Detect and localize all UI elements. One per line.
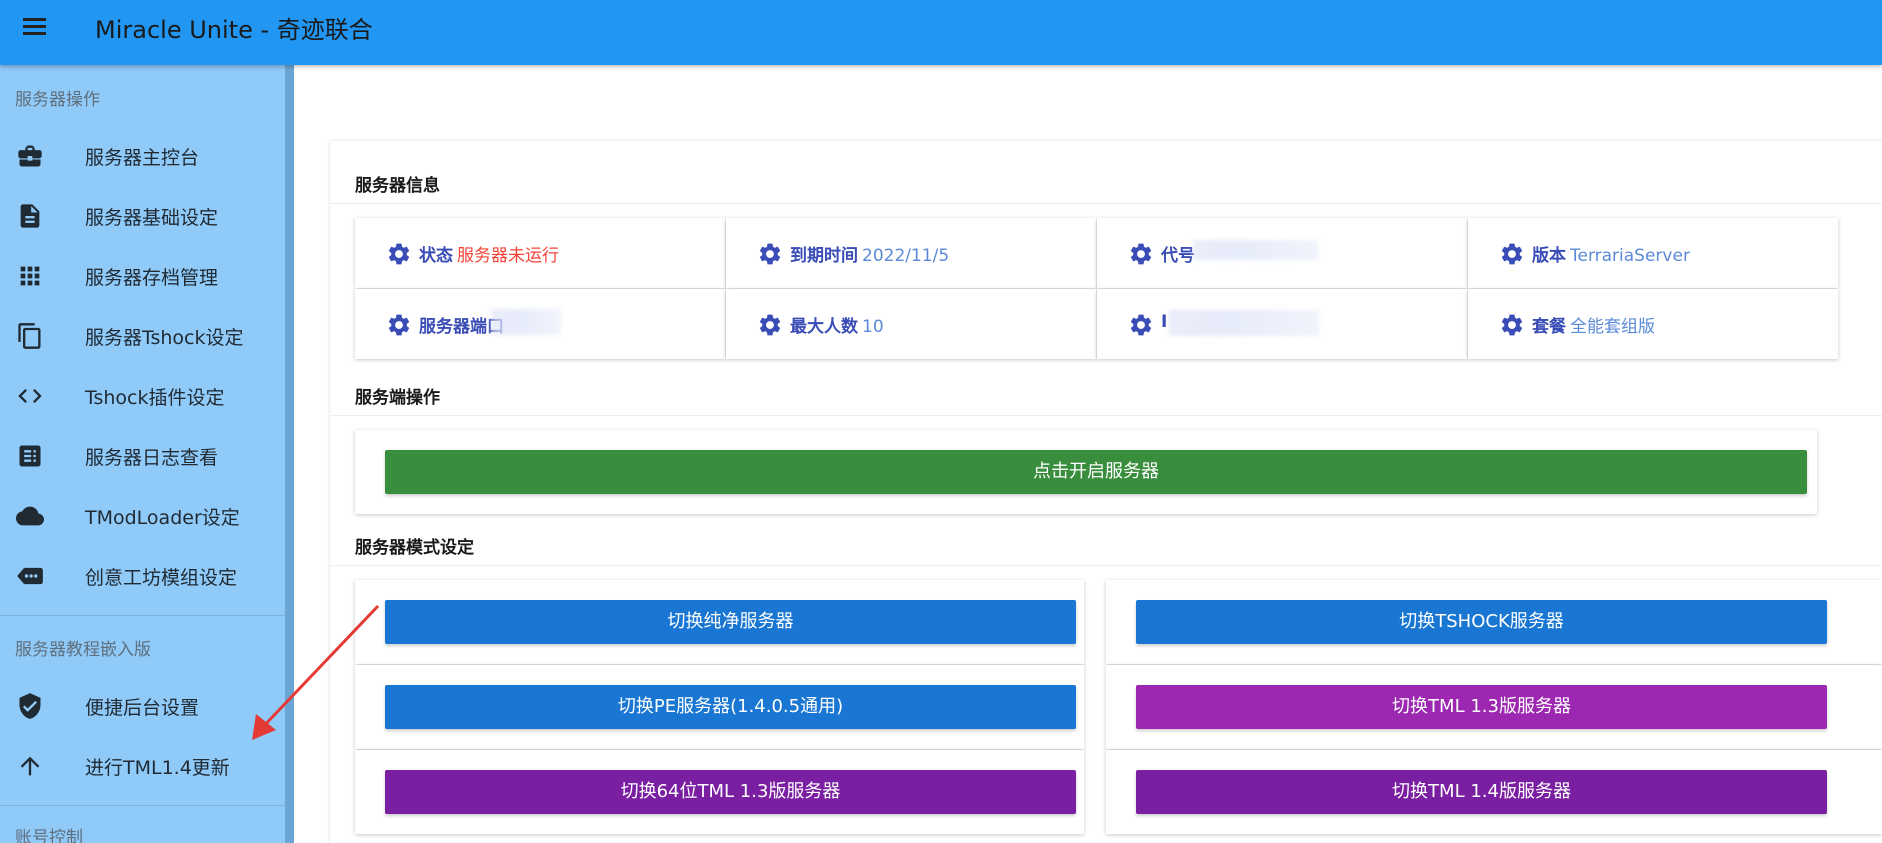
switch-vanilla-button[interactable]: 切换纯净服务器	[385, 600, 1076, 644]
switch-pe-button[interactable]: 切换PE服务器(1.4.0.5通用)	[385, 685, 1076, 729]
arrow-up-icon	[20, 756, 40, 776]
info-value: 全能套组版	[1570, 317, 1655, 337]
server-ops-heading: 服务端操作	[355, 388, 440, 408]
info-key: 版本 TerrariaServer	[1532, 246, 1690, 266]
copy-icon	[18, 323, 41, 349]
sidebar-item-basic-settings[interactable]: 服务器基础设定	[0, 187, 285, 245]
switch-tml14-button[interactable]: 切换TML 1.4版服务器	[1136, 770, 1827, 814]
switch-tml13-64-button[interactable]: 切换64位TML 1.3版服务器	[385, 770, 1076, 814]
gear-icon	[1130, 314, 1152, 336]
sidebar-item-label: 进行TML1.4更新	[85, 757, 230, 779]
section-divider	[330, 203, 1882, 204]
main-card: 服务器信息 状态 服务器未运行 到期时间 2022/11/5 代号 版本 Terrar…	[330, 141, 1882, 843]
sidebar-item-tmodloader[interactable]: TModLoader设定	[0, 487, 285, 545]
gear-icon	[388, 243, 410, 265]
info-cell-port: 服务器端口	[355, 289, 725, 359]
sidebar-item-label: 服务器Tshock设定	[85, 327, 244, 349]
sidebar-section-server-ops: 服务器操作	[15, 90, 100, 110]
gear-icon	[1501, 314, 1523, 336]
gear-icon	[759, 314, 781, 336]
info-cell-version: 版本 TerrariaServer	[1468, 218, 1838, 288]
info-cell-ip: I	[1097, 289, 1467, 359]
sidebar-item-tshock-plugins[interactable]: Tshock插件设定	[0, 367, 285, 425]
server-ops-panel: 点击开启服务器	[355, 430, 1817, 514]
sidebar-item-tml-update[interactable]: 进行TML1.4更新	[0, 737, 285, 795]
sidebar-item-quick-backend[interactable]: 便捷后台设置	[0, 677, 285, 735]
info-key: 到期时间 2022/11/5	[790, 246, 950, 266]
log-icon	[19, 445, 41, 467]
mode-panel: 切换PE服务器(1.4.0.5通用)	[355, 665, 1084, 749]
sidebar-item-label: 服务器主控台	[85, 147, 200, 169]
mode-panel: 切换64位TML 1.3版服务器	[355, 750, 1084, 834]
tag-icon	[17, 567, 43, 585]
mode-panel: 切换TML 1.3版服务器	[1106, 665, 1882, 749]
sidebar-item-label: TModLoader设定	[85, 507, 240, 529]
gear-icon	[388, 314, 410, 336]
grid-icon	[20, 266, 40, 286]
sidebar-section-account: 账号控制	[15, 828, 83, 843]
info-cell-status: 状态 服务器未运行	[355, 218, 725, 288]
mode-panel: 切换TML 1.4版服务器	[1106, 750, 1882, 834]
info-value: 2022/11/5	[862, 246, 950, 266]
sidebar-item-label: 服务器基础设定	[85, 207, 219, 229]
sidebar-item-label: 服务器日志查看	[85, 447, 219, 469]
info-cell-expiry: 到期时间 2022/11/5	[726, 218, 1096, 288]
sidebar-item-workshop-mods[interactable]: 创意工坊模组设定	[0, 547, 285, 605]
sidebar: 服务器操作 服务器主控台 服务器基础设定 服务器存档管理 服务器Tshock设定…	[0, 65, 285, 843]
info-value: TerrariaServer	[1570, 246, 1690, 266]
info-value: 10	[862, 317, 884, 337]
redaction-blur	[1169, 310, 1319, 336]
sidebar-item-tshock-settings[interactable]: 服务器Tshock设定	[0, 307, 285, 365]
briefcase-icon	[18, 145, 42, 167]
sidebar-item-console[interactable]: 服务器主控台	[0, 127, 285, 185]
info-value: 服务器未运行	[457, 246, 559, 266]
sidebar-item-log-viewer[interactable]: 服务器日志查看	[0, 427, 285, 485]
code-icon	[18, 389, 42, 403]
redaction-blur	[1193, 240, 1318, 260]
section-divider	[330, 415, 1882, 416]
gear-icon	[1130, 243, 1152, 265]
switch-tml13-button[interactable]: 切换TML 1.3版服务器	[1136, 685, 1827, 729]
sidebar-item-label: 服务器存档管理	[85, 267, 219, 289]
mode-panel: 切换TSHOCK服务器	[1106, 580, 1882, 664]
redaction-blur	[491, 309, 561, 335]
info-cell-code: 代号	[1097, 218, 1467, 288]
verified-icon	[19, 693, 41, 719]
sidebar-section-tutorial: 服务器教程嵌入版	[15, 640, 151, 660]
info-key: 最大人数 10	[790, 317, 884, 337]
cloud-icon	[16, 506, 44, 526]
app-title: Miracle Unite - 奇迹联合	[95, 16, 373, 44]
sidebar-edge	[285, 65, 294, 843]
sidebar-divider	[0, 805, 285, 806]
sidebar-divider	[0, 615, 285, 616]
sidebar-item-label: 便捷后台设置	[85, 697, 200, 719]
menu-icon[interactable]	[20, 12, 50, 42]
gear-icon	[759, 243, 781, 265]
sidebar-item-label: 创意工坊模组设定	[85, 567, 238, 589]
mode-panel: 切换纯净服务器	[355, 580, 1084, 664]
info-cell-max-players: 最大人数 10	[726, 289, 1096, 359]
info-cell-plan: 套餐 全能套组版	[1468, 289, 1838, 359]
gear-icon	[1501, 243, 1523, 265]
server-mode-heading: 服务器模式设定	[355, 538, 474, 558]
server-info-heading: 服务器信息	[355, 176, 440, 196]
info-key: 套餐 全能套组版	[1532, 317, 1655, 337]
document-icon	[20, 204, 40, 228]
sidebar-item-label: Tshock插件设定	[85, 387, 225, 409]
section-divider	[330, 565, 1882, 566]
app-bar: Miracle Unite - 奇迹联合	[0, 0, 1882, 65]
info-key: 状态 服务器未运行	[419, 246, 559, 266]
start-server-button[interactable]: 点击开启服务器	[385, 450, 1807, 494]
switch-tshock-button[interactable]: 切换TSHOCK服务器	[1136, 600, 1827, 644]
sidebar-item-save-management[interactable]: 服务器存档管理	[0, 247, 285, 305]
